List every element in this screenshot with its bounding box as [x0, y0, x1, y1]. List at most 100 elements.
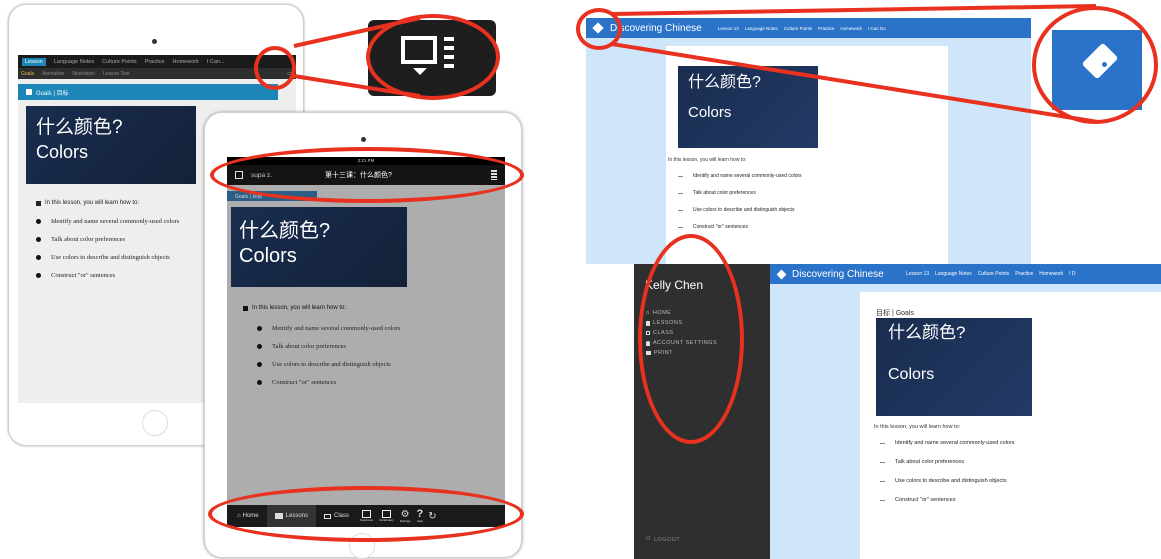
bottom-toolbar: ⌂ Home Lessons Class Notebook Vocabulary …: [227, 505, 505, 527]
tab-homework[interactable]: Homework: [173, 59, 199, 65]
vocabulary-icon: [381, 510, 391, 518]
web-bottom-page: 目标 | Goals 什么颜色? Colors In this lesson, …: [860, 292, 1161, 559]
card-title-zh: 什么颜色?: [888, 323, 966, 342]
nav-item[interactable]: Homework: [840, 26, 862, 31]
nav-item[interactable]: Lesson 13: [906, 271, 929, 277]
sidebar-item-lessons[interactable]: LESSONS: [646, 318, 770, 328]
sidebar-item-account-settings[interactable]: ACCOUNT SETTINGS: [646, 338, 770, 348]
user-name: supa z.: [251, 171, 272, 179]
web-top-page: 什么颜色? Colors In this lesson, you will le…: [666, 46, 948, 264]
list-item: Talk about color preferences: [880, 459, 1161, 465]
list-item: Construct "or" sentences: [678, 224, 948, 230]
tab-lesson[interactable]: Lesson: [22, 57, 46, 66]
notebook-button[interactable]: Notebook: [357, 510, 376, 522]
zoom-bubble-tag: [1052, 30, 1142, 110]
goals-bar: Goals | 目标: [227, 191, 317, 201]
nav-item[interactable]: Practice: [1015, 271, 1033, 277]
card-title-en: Colors: [36, 142, 89, 162]
nav-item[interactable]: Culture Points: [784, 26, 812, 31]
subtab-illustration[interactable]: Illustration: [72, 71, 95, 77]
print-icon: [646, 351, 651, 355]
list-item: Use colors to describe and distinguish o…: [880, 478, 1161, 484]
sidebar-item-class[interactable]: CLASS: [646, 328, 770, 338]
list-item: Talk about color preferences: [678, 190, 948, 196]
title-card: 什么颜色? Colors: [26, 106, 196, 184]
goals-bar: Goals | 目标: [18, 84, 278, 100]
settings-button[interactable]: ⚙ Settings: [397, 508, 414, 523]
lessons-button[interactable]: Lessons: [266, 505, 316, 527]
card-title-zh: 什么颜色?: [239, 220, 331, 242]
tag-icon[interactable]: [776, 269, 787, 279]
goals-label: Goals | 目标: [235, 193, 263, 200]
help-button[interactable]: ? Help: [414, 507, 427, 523]
web-top: Discovering Chinese Lesson 13 Language N…: [586, 18, 1031, 264]
callout-line: [611, 4, 1097, 16]
list-item: Use colors to describe and distinguish o…: [257, 361, 505, 368]
book-icon: [274, 513, 283, 519]
nav-item[interactable]: Culture Points: [978, 271, 1009, 277]
ipad-a-tabbar: Lesson Language Notes Culture Points Pra…: [18, 55, 296, 68]
intro-text: In this lesson, you will learn how to:: [243, 305, 505, 311]
toc-list-icon[interactable]: [491, 170, 497, 180]
sidebar: Kelly Chen ⌂ HOME LESSONS CLASS ACCOUNT S…: [634, 264, 770, 559]
status-bar: 3:21 PM: [227, 157, 505, 165]
help-icon: ?: [416, 507, 424, 520]
page-title: 第十三课：什么颜色?: [325, 172, 392, 179]
intro-text: In this lesson, you will learn how to:: [668, 157, 747, 163]
list-item: Use colors to describe and distinguish o…: [678, 207, 948, 213]
ipad-b-screen: 3:21 PM supa z. 第十三课：什么颜色? Goals | 目标 什么…: [227, 157, 505, 527]
web-top-navbar: Discovering Chinese Lesson 13 Language N…: [586, 18, 1031, 38]
toc-list-icon[interactable]: ▭: [287, 71, 292, 77]
class-button[interactable]: Class: [316, 513, 357, 519]
list-item: Construct "or" sentences: [257, 379, 505, 386]
user-icon: [646, 340, 650, 346]
web-bottom-navbar: Discovering Chinese Lesson 13 Language N…: [770, 264, 1161, 284]
ipad-a-camera: [152, 39, 157, 44]
home-button[interactable]: ⌂ Home: [227, 513, 267, 519]
toc-list-icon[interactable]: [235, 171, 243, 179]
brand-title[interactable]: Discovering Chinese: [792, 269, 906, 280]
user-name: Kelly Chen: [645, 278, 704, 292]
nav-item[interactable]: Homework: [1039, 271, 1063, 277]
subtab-goals[interactable]: Goals: [21, 71, 34, 77]
tab-culture-points[interactable]: Culture Points: [102, 59, 137, 65]
gear-icon: ⚙: [400, 508, 410, 520]
nav-item[interactable]: Language Notes: [935, 271, 972, 277]
app-header: supa z. 第十三课：什么颜色?: [227, 165, 505, 185]
tag-icon[interactable]: [592, 22, 604, 34]
list-item: Identify and name several commonly-used …: [678, 173, 948, 179]
ipad-b-home-button: [349, 533, 375, 559]
grid-icon: [324, 513, 331, 519]
ipad-b-camera: [361, 137, 366, 142]
vocabulary-button[interactable]: Vocabulary: [376, 510, 397, 522]
intro-text: In this lesson, you will learn how to:: [874, 424, 961, 430]
card-title-en: Colors: [888, 366, 935, 383]
nav-item[interactable]: Language Notes: [745, 26, 778, 31]
tab-practice[interactable]: Practice: [145, 59, 165, 65]
nav-item[interactable]: Practice: [818, 26, 834, 31]
nav-item[interactable]: I D: [1069, 271, 1075, 277]
tab-language-notes[interactable]: Language Notes: [54, 59, 94, 65]
list-item: Identify and name several commonly-used …: [880, 440, 1161, 446]
subtab-animation[interactable]: Animation: [42, 71, 64, 77]
home-icon: ⌂: [237, 513, 241, 519]
title-card: 什么颜色? Colors: [231, 207, 407, 287]
ipad-a-subtabbar: Goals Animation Illustration Lesson Text…: [18, 68, 296, 79]
square-icon: [36, 200, 41, 206]
title-card: 什么颜色? Colors: [876, 318, 1032, 416]
subtab-lesson-text[interactable]: Lesson Text: [103, 71, 130, 77]
power-icon: ⏻: [646, 536, 651, 542]
list-item: Identify and name several commonly-used …: [257, 325, 505, 332]
sidebar-item-home[interactable]: ⌂ HOME: [646, 308, 770, 318]
nav-item[interactable]: I Can Do: [868, 26, 886, 31]
zoom-bubble-toc: [368, 20, 496, 96]
logout-button[interactable]: ⏻ LOGOUT: [646, 536, 680, 543]
brand-title[interactable]: Discovering Chinese: [610, 23, 718, 34]
refresh-icon[interactable]: ↻: [426, 511, 438, 522]
tab-i-can[interactable]: I Can...: [207, 59, 225, 65]
grid-icon: [646, 331, 650, 335]
nav-item[interactable]: Lesson 13: [718, 26, 739, 31]
sidebar-item-print[interactable]: PRINT: [646, 348, 770, 358]
home-icon: ⌂: [646, 310, 650, 316]
goals-label: 目标 | Goals: [876, 310, 914, 317]
